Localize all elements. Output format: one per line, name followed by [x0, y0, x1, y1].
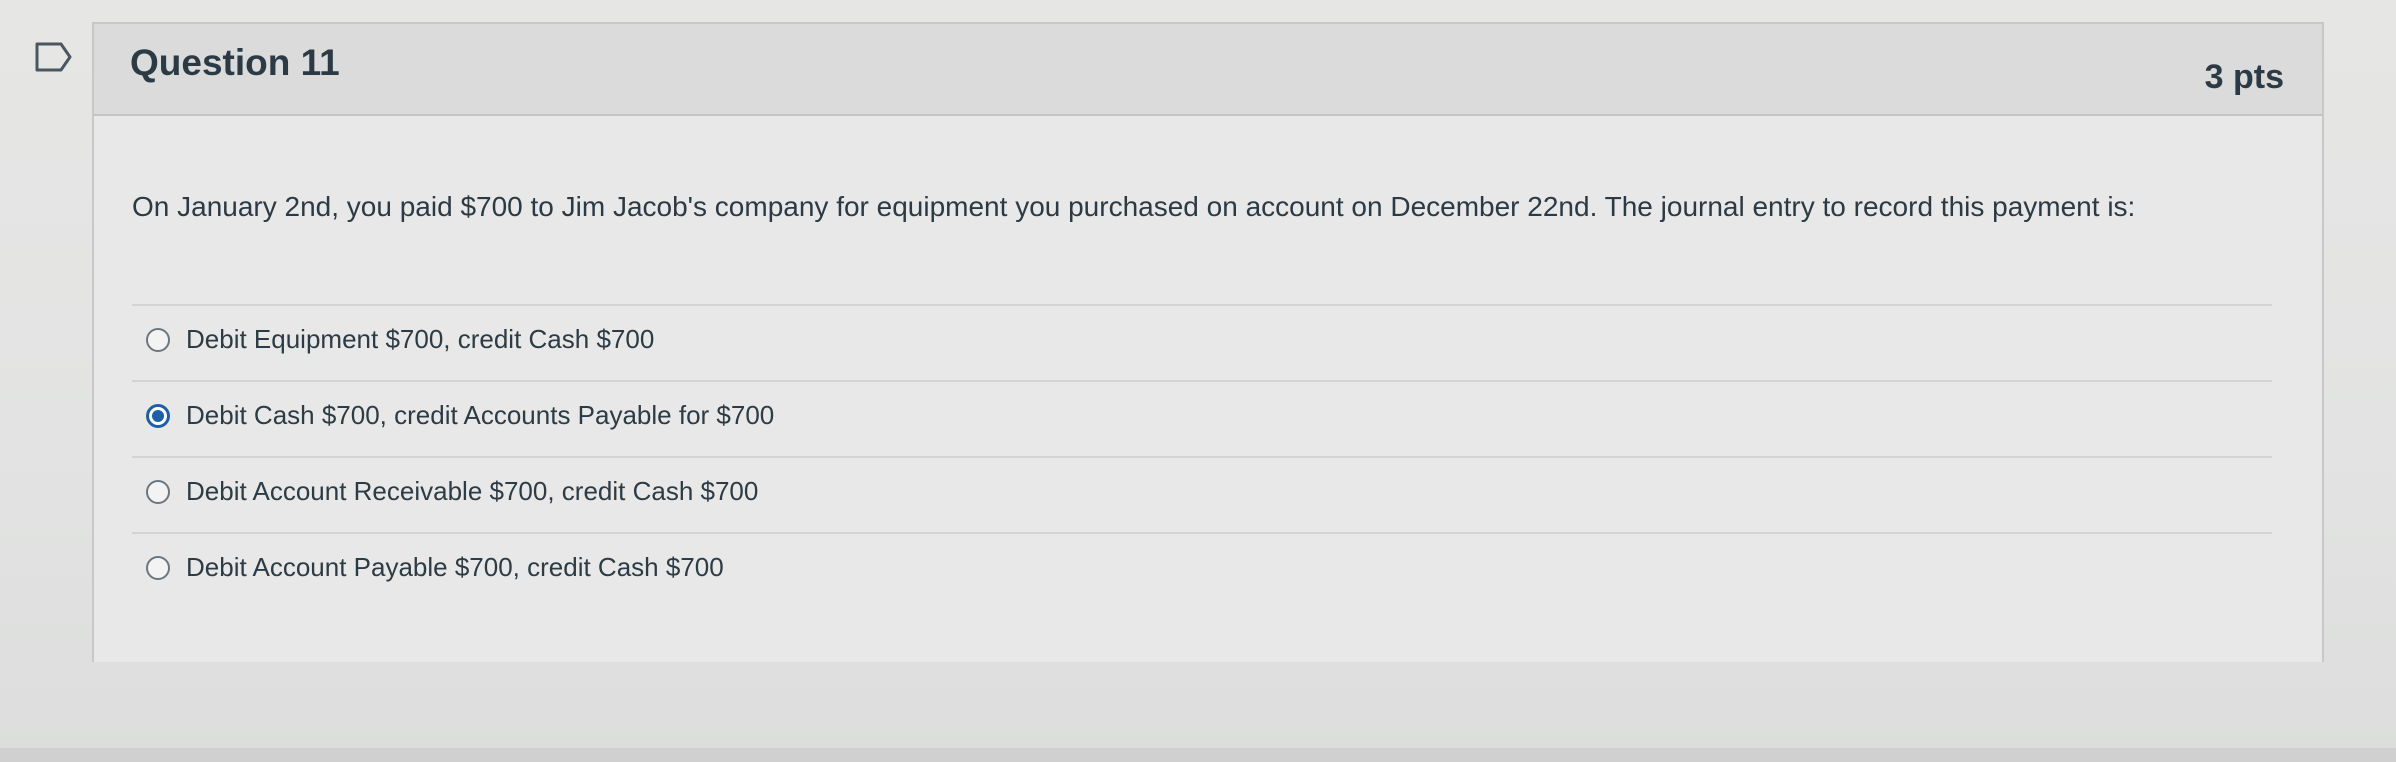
answer-option-1[interactable]: Debit Equipment $700, credit Cash $700	[132, 304, 2272, 380]
radio-button[interactable]	[146, 328, 170, 352]
radio-button[interactable]	[146, 480, 170, 504]
answer-option-2[interactable]: Debit Cash $700, credit Accounts Payable…	[132, 380, 2272, 456]
question-title: Question 11	[130, 42, 340, 83]
radio-button-selected[interactable]	[146, 404, 170, 428]
answer-list: Debit Equipment $700, credit Cash $700 D…	[132, 304, 2272, 608]
question-body: On January 2nd, you paid $700 to Jim Jac…	[94, 116, 2322, 662]
answer-label[interactable]: Debit Cash $700, credit Accounts Payable…	[186, 400, 774, 431]
question-points: 3 pts	[2204, 58, 2284, 96]
question-text: On January 2nd, you paid $700 to Jim Jac…	[132, 191, 2136, 222]
answer-label[interactable]: Debit Account Payable $700, credit Cash …	[186, 552, 724, 583]
answer-option-3[interactable]: Debit Account Receivable $700, credit Ca…	[132, 456, 2272, 532]
page-bottom-strip	[0, 748, 2396, 762]
radio-button[interactable]	[146, 556, 170, 580]
question-card: Question 11 3 pts On January 2nd, you pa…	[92, 22, 2324, 662]
bookmark-flag-icon[interactable]	[34, 40, 74, 74]
answer-label[interactable]: Debit Account Receivable $700, credit Ca…	[186, 476, 758, 507]
answer-label[interactable]: Debit Equipment $700, credit Cash $700	[186, 324, 654, 355]
answer-option-4[interactable]: Debit Account Payable $700, credit Cash …	[132, 532, 2272, 608]
question-header: Question 11 3 pts	[94, 24, 2322, 116]
